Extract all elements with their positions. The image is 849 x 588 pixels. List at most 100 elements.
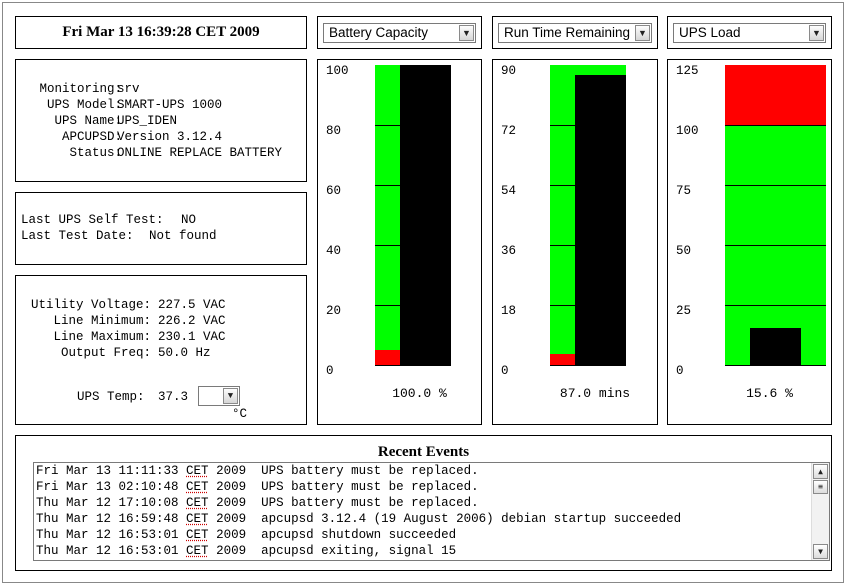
events-list[interactable]: ▲ ≡ ▼ Fri Mar 13 11:11:33 CET 2009 UPS b… — [33, 462, 830, 561]
name-label: UPS Name: — [54, 114, 122, 128]
datetime-text: Fri Mar 13 16:39:28 CET 2009 — [62, 24, 260, 40]
chevron-down-icon: ▼ — [459, 25, 474, 41]
event-year: 2009 — [216, 544, 247, 558]
event-date: Fri Mar 13 02:10:48 — [36, 480, 179, 494]
recent-events-panel: Recent Events ▲ ≡ ▼ Fri Mar 13 11:11:33 … — [15, 435, 832, 571]
event-message: apcupsd exiting, signal 15 — [261, 544, 457, 558]
self-test-panel: Last UPS Self Test: NO Last Test Date: N… — [15, 192, 307, 265]
gauge-value-bar — [400, 65, 451, 365]
gauge-tick-label: 18 — [501, 304, 517, 318]
gauge-tick-label: 100 — [676, 124, 699, 138]
last-self-test-value: NO — [181, 213, 197, 227]
ups-temp-label: UPS Temp: — [77, 390, 145, 404]
gauge-tick-label: 90 — [501, 64, 517, 78]
gauge-gridline — [725, 185, 826, 186]
status-value: ONLINE REPLACE BATTERY — [117, 146, 283, 160]
event-timezone: CET — [186, 464, 209, 478]
gauge-gridline — [725, 245, 826, 246]
gauge-value-bar — [575, 75, 626, 365]
event-row: Thu Mar 12 16:53:01 CET 2009 apcupsd exi… — [36, 544, 456, 560]
scrollbar[interactable]: ▲ ≡ ▼ — [811, 463, 829, 560]
monitoring-value: srv — [117, 82, 140, 96]
gauge-tick-label: 0 — [501, 364, 509, 378]
gauge-select-box-runtime: Run Time Remaining ▼ — [492, 16, 658, 49]
event-year: 2009 — [216, 480, 247, 494]
ups-load-select-value: UPS Load — [679, 25, 741, 40]
event-timezone: CET — [186, 544, 209, 558]
scroll-down-button[interactable]: ▼ — [813, 544, 828, 559]
gauge-value-bar — [750, 328, 801, 365]
gauge-select-box-battery: Battery Capacity ▼ — [317, 16, 482, 49]
model-label: UPS Model: — [46, 98, 122, 112]
chevron-down-icon: ▼ — [635, 25, 650, 41]
ups-temp-value: 37.3 — [158, 390, 189, 404]
ups-load-select[interactable]: UPS Load ▼ — [673, 23, 826, 43]
gauge-tick-label: 100 — [326, 64, 349, 78]
event-year: 2009 — [216, 464, 247, 478]
temp-unit-value: °C — [232, 407, 248, 421]
datetime-header: Fri Mar 13 16:39:28 CET 2009 — [15, 16, 307, 49]
power-panel: Utility Voltage: 227.5 VAC Line Minimum:… — [15, 275, 307, 425]
gauge-gridline — [550, 365, 626, 366]
gauge-panel-runtime: 90 72 54 36 18 0 87.0 mins — [492, 59, 658, 425]
line-min-label: Line Minimum: — [53, 314, 151, 328]
event-row: Fri Mar 13 02:10:48 CET 2009 UPS battery… — [36, 480, 479, 496]
battery-capacity-select-value: Battery Capacity — [329, 25, 429, 40]
battery-capacity-select[interactable]: Battery Capacity ▼ — [323, 23, 476, 43]
gauge-tick-label: 0 — [676, 364, 684, 378]
run-time-select-value: Run Time Remaining — [504, 25, 631, 40]
gauge-tick-label: 50 — [676, 244, 692, 258]
gauge-gridline — [725, 365, 826, 366]
event-row: Thu Mar 12 16:59:48 CET 2009 apcupsd 3.1… — [36, 512, 681, 528]
event-message: UPS battery must be replaced. — [261, 464, 479, 478]
event-date: Thu Mar 12 16:59:48 — [36, 512, 179, 526]
event-timezone: CET — [186, 512, 209, 526]
apcupsd-value: Version 3.12.4 — [117, 130, 223, 144]
event-row: Thu Mar 12 16:53:01 CET 2009 apcupsd shu… — [36, 528, 456, 544]
event-year: 2009 — [216, 528, 247, 542]
output-freq-label: Output Freq: — [60, 346, 151, 360]
gauge-gridline — [725, 125, 826, 126]
temp-unit-select[interactable]: °C ▼ — [198, 386, 247, 421]
gauge-panel-load: 125 100 75 50 25 0 15.6 % — [667, 59, 832, 425]
last-self-test-label: Last UPS Self Test: — [21, 213, 164, 227]
gauge-tick-label: 0 — [326, 364, 334, 378]
event-date: Thu Mar 12 16:53:01 — [36, 528, 179, 542]
event-date: Thu Mar 12 16:53:01 — [36, 544, 179, 558]
gauge-tick-label: 60 — [326, 184, 342, 198]
gauge-value-text: 15.6 % — [746, 386, 793, 401]
event-row: Fri Mar 13 11:11:33 CET 2009 UPS battery… — [36, 464, 479, 480]
event-message: apcupsd 3.12.4 (19 August 2006) debian s… — [261, 512, 682, 526]
status-label: Status: — [69, 146, 122, 160]
chevron-down-icon: ▼ — [223, 388, 238, 404]
scroll-thumb[interactable]: ≡ — [813, 480, 828, 494]
line-min-value: 226.2 VAC — [158, 314, 226, 328]
utility-voltage-label: Utility Voltage: — [30, 298, 151, 312]
gauge-tick-label: 80 — [326, 124, 342, 138]
gauge-tick-label: 75 — [676, 184, 692, 198]
gauge-gridline — [375, 365, 451, 366]
gauge-tick-label: 54 — [501, 184, 517, 198]
monitoring-label: Monitoring: — [39, 82, 122, 96]
line-max-label: Line Maximum: — [53, 330, 151, 344]
gauge-panel-battery: 100 80 60 40 20 0 100.0 % — [317, 59, 482, 425]
event-timezone: CET — [186, 496, 209, 510]
recent-events-title: Recent Events — [377, 444, 470, 460]
gauge-tick-label: 25 — [676, 304, 692, 318]
gauge-tick-label: 40 — [326, 244, 342, 258]
gauge-alarm-zone — [725, 65, 826, 125]
gauge-select-box-load: UPS Load ▼ — [667, 16, 832, 49]
chevron-down-icon: ▼ — [809, 25, 824, 41]
event-date: Thu Mar 12 17:10:08 — [36, 496, 179, 510]
line-max-value: 230.1 VAC — [158, 330, 226, 344]
event-message: apcupsd shutdown succeeded — [261, 528, 457, 542]
gauge-gridline — [725, 305, 826, 306]
event-year: 2009 — [216, 496, 247, 510]
event-row: Thu Mar 12 17:10:08 CET 2009 UPS battery… — [36, 496, 479, 512]
model-value: SMART-UPS 1000 — [117, 98, 223, 112]
last-test-date-label: Last Test Date: — [21, 229, 134, 243]
scroll-up-button[interactable]: ▲ — [813, 464, 828, 479]
event-timezone: CET — [186, 528, 209, 542]
output-freq-value: 50.0 Hz — [158, 346, 211, 360]
run-time-select[interactable]: Run Time Remaining ▼ — [498, 23, 652, 43]
